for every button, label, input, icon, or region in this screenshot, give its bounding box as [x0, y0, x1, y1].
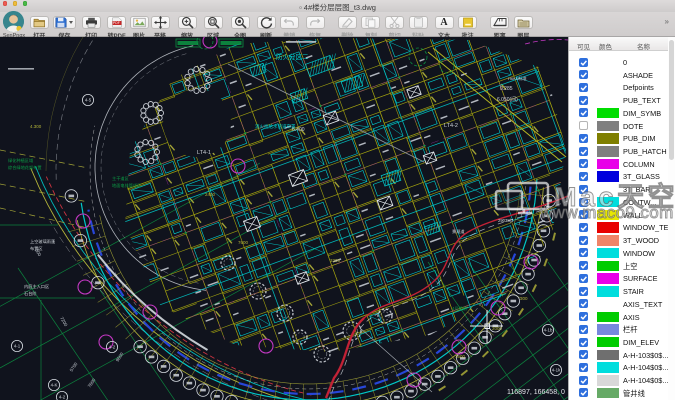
svg-text:4-K: 4-K: [51, 383, 58, 388]
svg-text:内庭主入口区: 内庭主入口区: [24, 283, 49, 290]
svg-text:4-5: 4-5: [85, 98, 92, 103]
svg-text:消火栓给水管道布置: 消火栓给水管道布置: [255, 123, 296, 130]
svg-text:PDF: PDF: [113, 21, 120, 25]
svg-text:石台阶: 石台阶: [24, 290, 37, 297]
svg-text:6.400: 6.400: [292, 127, 305, 133]
svg-text:4-2: 4-2: [109, 345, 116, 350]
svg-text:4号楼前: 4号楼前: [452, 305, 467, 312]
svg-text:7600: 7600: [238, 240, 249, 245]
svg-text:2000: 2000: [492, 326, 503, 331]
svg-text:综合绿地花架布置: 综合绿地花架布置: [8, 164, 42, 171]
svg-text:防火分区二: 防火分区二: [276, 52, 309, 61]
svg-text:116897, 166458, 0: 116897, 166458, 0: [507, 389, 565, 396]
svg-text:4-2: 4-2: [59, 395, 66, 400]
svg-text:绿化种植区域: 绿化种植区域: [8, 157, 34, 164]
svg-text:H6KN标准: H6KN标准: [508, 75, 527, 81]
svg-text:6.050(间): 6.050(间): [497, 96, 518, 103]
svg-text:4-1k: 4-1k: [552, 368, 561, 373]
svg-text:0.285: 0.285: [500, 86, 513, 92]
svg-text:2400: 2400: [205, 192, 216, 197]
svg-text:1500: 1500: [455, 354, 466, 359]
svg-text:地面电排管线区: 地面电排管线区: [112, 182, 141, 189]
svg-text:300: 300: [520, 296, 528, 301]
svg-text:主干道区: 主干道区: [112, 175, 129, 182]
svg-text:3200: 3200: [330, 258, 341, 263]
svg-text:4.300: 4.300: [30, 124, 42, 129]
svg-text:上空玻璃雨蓬: 上空玻璃雨蓬: [30, 238, 56, 245]
svg-text:LT4-2: LT4-2: [444, 123, 458, 129]
svg-text:4-1b: 4-1b: [544, 328, 553, 333]
svg-text:4-1: 4-1: [14, 344, 21, 349]
svg-text:LT4-1: LT4-1: [197, 150, 211, 156]
svg-text:29038(3: 29038(3: [498, 218, 514, 223]
svg-text:景观道: 景观道: [452, 228, 465, 235]
